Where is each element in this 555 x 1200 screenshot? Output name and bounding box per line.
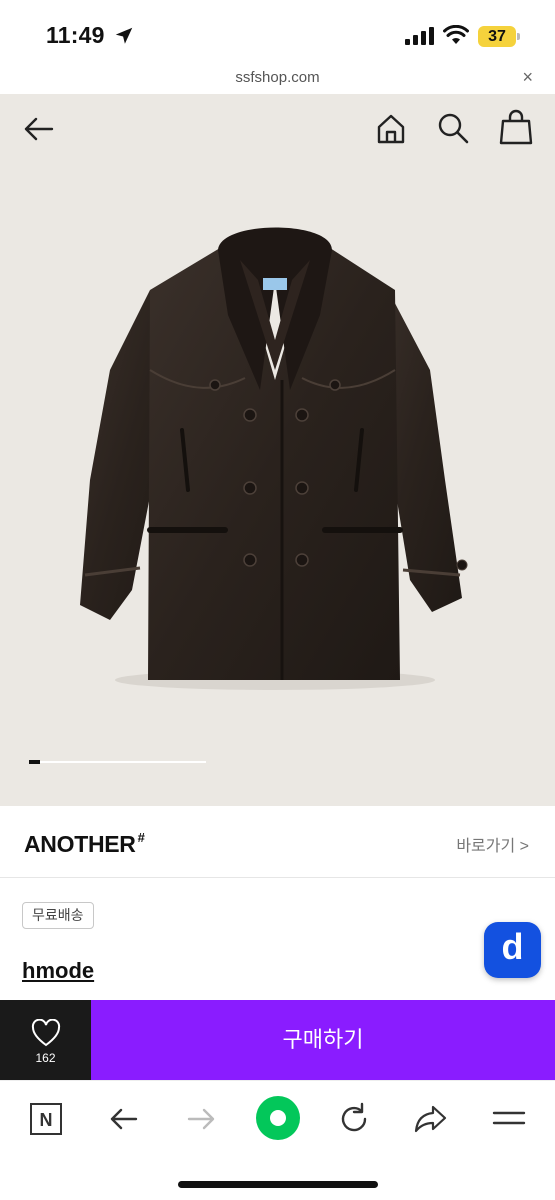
brand-shortcut-link[interactable]: 바로가기 > [456, 832, 529, 856]
free-shipping-badge: 무료배송 [22, 902, 94, 929]
brand-row[interactable]: ANOTHER # 바로가기 > [0, 806, 555, 878]
close-icon[interactable]: × [522, 67, 533, 88]
floating-d-button[interactable]: d [484, 922, 541, 978]
gallery-progress-fill [29, 760, 40, 764]
product-photo-jacket[interactable] [70, 220, 475, 690]
home-indicator [178, 1181, 378, 1188]
location-arrow-icon [115, 27, 133, 44]
home-icon[interactable] [374, 112, 408, 146]
green-dot-button[interactable] [256, 1096, 300, 1140]
shopping-bag-icon[interactable] [499, 109, 533, 145]
reload-icon[interactable] [334, 1099, 374, 1139]
brand-name-text: ANOTHER [24, 831, 136, 857]
status-bar: 11:49 37 [0, 0, 555, 64]
seller-name[interactable]: hmode [22, 958, 94, 984]
purchase-bar: 162 구매하기 [0, 1000, 555, 1080]
gallery-progress-track [29, 760, 206, 764]
brand-name-mark: # [137, 830, 145, 845]
browser-back-icon[interactable] [104, 1099, 144, 1139]
cellular-signal-icon [405, 27, 434, 45]
status-time: 11:49 [46, 22, 105, 48]
browser-toolbar: N [0, 1080, 555, 1200]
naver-n-label: N [40, 1110, 53, 1130]
url-bar[interactable]: ssfshop.com × [0, 64, 555, 94]
menu-icon[interactable] [489, 1099, 529, 1139]
url-text[interactable]: ssfshop.com [0, 69, 555, 86]
product-info: 무료배송 hmode [0, 878, 555, 1000]
search-icon[interactable] [436, 111, 470, 145]
wifi-icon [443, 25, 469, 44]
buy-button[interactable]: 구매하기 [91, 1000, 555, 1080]
naver-n-icon[interactable]: N [26, 1099, 66, 1139]
back-arrow-icon[interactable] [22, 112, 56, 146]
battery-indicator: 37 [478, 26, 520, 47]
browser-forward-icon[interactable] [181, 1099, 221, 1139]
heart-icon [31, 1019, 61, 1047]
share-icon[interactable] [411, 1099, 451, 1139]
product-image-gallery[interactable] [0, 94, 555, 806]
page: 11:49 37 ssfshop.com × ANOTHER # 바로가기 > … [0, 0, 555, 1200]
brand-name[interactable]: ANOTHER # [24, 830, 145, 858]
like-button[interactable]: 162 [0, 1000, 91, 1080]
like-count: 162 [35, 1051, 56, 1065]
